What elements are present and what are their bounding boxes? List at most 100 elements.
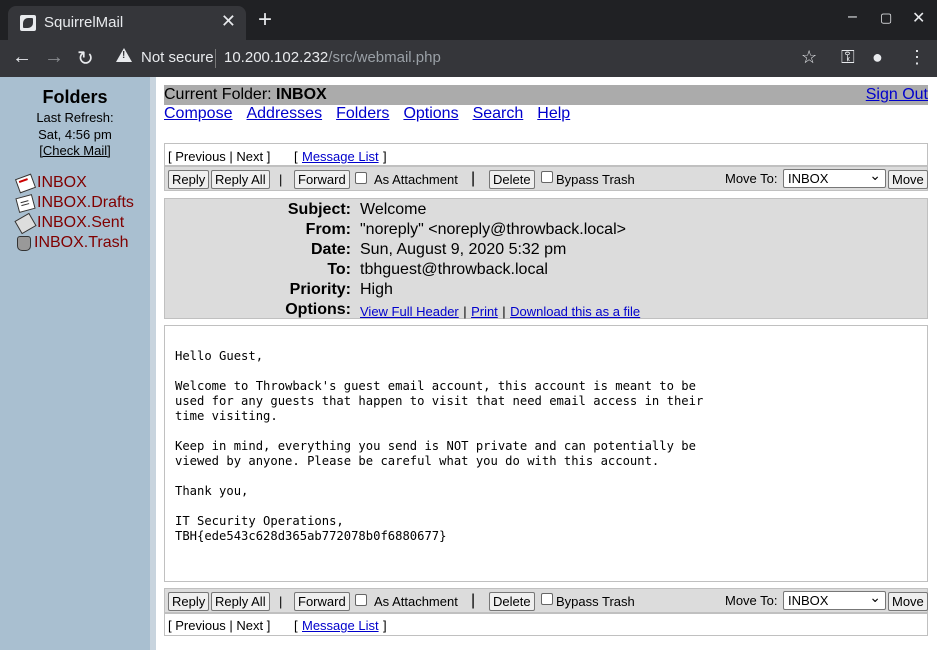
delete-button[interactable]: Delete xyxy=(489,170,535,189)
folder-list: INBOX INBOX.Drafts INBOX.Sent INBOX.Tras… xyxy=(14,173,134,253)
message-headers: Subject: Welcome From: "noreply" <noreply@… xyxy=(164,198,928,319)
reload-icon[interactable]: ↻ xyxy=(77,46,94,71)
nav-addresses[interactable]: Addresses xyxy=(246,105,322,122)
message-body-text: Hello Guest, Welcome to Throwback's gues… xyxy=(175,349,704,543)
header-priority: Priority: High xyxy=(165,281,927,301)
current-folder-label: Current Folder: xyxy=(164,86,272,103)
security-indicator[interactable]: Not secure xyxy=(141,49,214,66)
folder-sent[interactable]: INBOX.Sent xyxy=(14,212,134,234)
delete-button[interactable]: Delete xyxy=(489,592,535,611)
sent-icon xyxy=(14,212,37,234)
nav-options[interactable]: Options xyxy=(403,105,458,122)
forward-button[interactable]: Forward xyxy=(294,170,350,189)
new-tab-icon[interactable]: + xyxy=(258,8,272,32)
separator: | xyxy=(471,170,476,187)
priority-value: High xyxy=(360,281,393,298)
url-field[interactable]: 10.200.102.232/src/webmail.php xyxy=(224,49,441,66)
folder-trash[interactable]: INBOX.Trash xyxy=(17,233,134,253)
header-subject: Subject: Welcome xyxy=(165,201,927,221)
nav-folders[interactable]: Folders xyxy=(336,105,389,122)
nav-compose[interactable]: Compose xyxy=(164,105,232,122)
date-label: Date: xyxy=(310,241,351,258)
header-options: Options: View Full Header | Print | Downl… xyxy=(165,301,927,321)
message-nav-row-bottom: [ Previous | Next ] [ Message List ] xyxy=(164,613,928,636)
header-to: To: tbhguest@throwback.local xyxy=(165,261,927,281)
browser-tab[interactable]: SquirrelMail ✕ xyxy=(8,6,246,40)
subject-value: Welcome xyxy=(360,201,427,218)
as-attachment-label: As Attachment xyxy=(374,594,458,609)
folder-label: INBOX.Drafts xyxy=(37,194,134,211)
move-to-select[interactable]: INBOX xyxy=(783,167,886,188)
message-list-open-bracket: [ xyxy=(294,618,298,633)
current-folder-bar: Current Folder: INBOX Sign Out xyxy=(164,85,928,105)
back-icon[interactable]: ← xyxy=(12,46,32,69)
drafts-icon xyxy=(15,193,36,213)
options-separator: | xyxy=(502,304,506,319)
trash-icon xyxy=(17,235,31,251)
move-to-label: Move To: xyxy=(725,171,778,186)
address-bar: ← → ↻ Not secure 10.200.102.232/src/webm… xyxy=(0,40,937,77)
pane-divider[interactable] xyxy=(150,77,156,650)
current-folder-name: INBOX xyxy=(276,86,327,103)
message-list-link[interactable]: Message List xyxy=(302,618,379,633)
browser-tab-bar: SquirrelMail ✕ + – ▢ ✕ xyxy=(0,0,937,40)
last-refresh-time: Sat, 4:56 pm xyxy=(38,127,112,142)
prev-next[interactable]: [ Previous | Next ] xyxy=(168,618,270,633)
bypass-trash-label: Bypass Trash xyxy=(556,172,635,187)
reply-all-button[interactable]: Reply All xyxy=(211,592,270,611)
folder-drafts[interactable]: INBOX.Drafts xyxy=(15,193,134,213)
move-button[interactable]: Move xyxy=(888,170,928,189)
key-icon[interactable]: ⚿ xyxy=(841,47,855,68)
move-to-select[interactable]: INBOX xyxy=(783,589,886,610)
menu-kebab-icon[interactable]: ⋮ xyxy=(908,47,926,68)
inbox-icon xyxy=(14,173,37,193)
reply-button[interactable]: Reply xyxy=(168,170,210,189)
date-value: Sun, August 9, 2020 5:32 pm xyxy=(360,241,567,258)
action-bar-bottom: Reply Reply All | Forward As Attachment … xyxy=(164,588,928,613)
profile-avatar-icon[interactable]: ● xyxy=(872,47,883,68)
minimize-icon[interactable]: – xyxy=(848,8,857,26)
forward-icon[interactable]: → xyxy=(44,46,64,69)
folder-label: INBOX.Sent xyxy=(37,214,125,231)
move-button[interactable]: Move xyxy=(888,592,928,611)
download-link[interactable]: Download this as a file xyxy=(510,304,640,319)
options-separator: | xyxy=(463,304,467,319)
prev-next[interactable]: [ Previous | Next ] xyxy=(168,149,270,164)
options-links: View Full Header | Print | Download this… xyxy=(360,303,640,321)
as-attachment-checkbox[interactable] xyxy=(355,172,367,184)
message-nav-row: [ Previous | Next ] [ Message List ] xyxy=(164,143,928,166)
folders-title: Folders xyxy=(42,87,108,107)
last-refresh-label: Last Refresh: xyxy=(36,110,114,125)
separator: | xyxy=(471,592,476,609)
message-list-link[interactable]: Message List xyxy=(302,149,379,164)
reply-button[interactable]: Reply xyxy=(168,592,210,611)
sign-out-link[interactable]: Sign Out xyxy=(866,86,928,104)
window-close-icon[interactable]: ✕ xyxy=(912,8,925,28)
reply-all-button[interactable]: Reply All xyxy=(211,170,270,189)
move-to-label: Move To: xyxy=(725,593,778,608)
forward-button[interactable]: Forward xyxy=(294,592,350,611)
tab-close-icon[interactable]: ✕ xyxy=(221,11,236,32)
to-value: tbhguest@throwback.local xyxy=(360,261,548,278)
bookmark-star-icon[interactable]: ☆ xyxy=(801,47,817,68)
header-from: From: "noreply" <noreply@throwback.local> xyxy=(165,221,927,241)
print-link[interactable]: Print xyxy=(471,304,498,319)
to-label: To: xyxy=(327,261,351,278)
folder-pane: Folders Last Refresh: Sat, 4:56 pm [Chec… xyxy=(0,77,150,650)
from-label: From: xyxy=(305,221,351,238)
subject-label: Subject: xyxy=(287,201,351,218)
folder-label: INBOX xyxy=(37,174,87,191)
nav-search[interactable]: Search xyxy=(473,105,524,122)
bypass-trash-checkbox[interactable] xyxy=(541,593,553,605)
url-separator xyxy=(215,49,216,68)
folder-inbox[interactable]: INBOX xyxy=(14,173,134,193)
check-mail-link[interactable]: [Check Mail] xyxy=(39,143,111,158)
view-full-header-link[interactable]: View Full Header xyxy=(360,304,459,319)
as-attachment-checkbox[interactable] xyxy=(355,594,367,606)
bypass-trash-checkbox[interactable] xyxy=(541,171,553,183)
webmail-page: Folders Last Refresh: Sat, 4:56 pm [Chec… xyxy=(0,77,937,650)
nav-help[interactable]: Help xyxy=(537,105,570,122)
separator: | xyxy=(279,172,283,187)
maximize-icon[interactable]: ▢ xyxy=(880,10,892,26)
url-host: 10.200.102.232 xyxy=(224,49,329,66)
